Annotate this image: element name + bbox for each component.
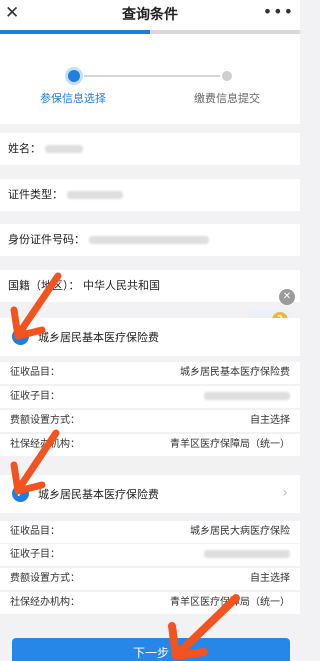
insurance-1-sub-row: 征收子目： bbox=[0, 386, 300, 408]
annotation-arrow-1 bbox=[10, 272, 62, 340]
item-value: 城乡居民基本医疗保险费 bbox=[180, 367, 290, 378]
annotation-arrow-3 bbox=[168, 594, 240, 660]
nav-bar: ✕ 查询条件 ••• bbox=[0, 0, 300, 30]
step-connector bbox=[84, 75, 220, 77]
id-type-value-redacted bbox=[66, 191, 123, 199]
agency-label: 社保经办机构： bbox=[10, 597, 80, 608]
more-icon[interactable]: ••• bbox=[263, 2, 294, 21]
item-value: 城乡居民大病医疗保险 bbox=[190, 526, 290, 537]
insurance-2-sub-row: 征收子目： bbox=[0, 544, 300, 566]
id-type-row: 证件类型： bbox=[0, 179, 300, 211]
insurance-2-fee-row: 费额设置方式： 自主选择 bbox=[0, 568, 300, 590]
help-close-button[interactable]: ✕ bbox=[279, 289, 295, 305]
insurance-2-item-row: 征收品目： 城乡居民大病医疗保险 bbox=[0, 521, 300, 543]
item-label: 征收品目： bbox=[10, 526, 60, 537]
id-number-row: 身份证件号码： bbox=[0, 224, 300, 256]
name-row: 姓名： bbox=[0, 133, 300, 165]
id-type-label: 证件类型： bbox=[8, 188, 63, 201]
item-label: 征收品目： bbox=[10, 367, 60, 378]
step-2-label: 缴费信息提交 bbox=[194, 92, 260, 105]
step-2-indicator bbox=[222, 71, 232, 81]
name-label: 姓名： bbox=[8, 142, 41, 155]
next-button[interactable]: 下一步 bbox=[12, 638, 290, 661]
nationality-value: 中华人民共和国 bbox=[83, 279, 160, 292]
annotation-arrow-2 bbox=[10, 429, 60, 495]
sub-label: 征收子目： bbox=[10, 549, 60, 560]
id-number-value-redacted bbox=[88, 236, 209, 244]
insurance-1-item-row: 征收品目： 城乡居民基本医疗保险费 bbox=[0, 362, 300, 384]
step-1-indicator bbox=[68, 70, 80, 82]
fee-value: 自主选择 bbox=[250, 415, 290, 426]
insurance-2-agency-row: 社保经办机构： 青羊区医疗保障局（统一） bbox=[0, 592, 300, 614]
page-title: 查询条件 bbox=[122, 7, 178, 23]
sub-value-redacted bbox=[204, 386, 290, 408]
sub-label: 征收子目： bbox=[10, 391, 60, 402]
step-1-label: 参保信息选择 bbox=[40, 92, 106, 105]
fee-label: 费额设置方式： bbox=[10, 573, 80, 584]
agency-value: 青羊区医疗保障局（统一） bbox=[170, 439, 290, 450]
chevron-right-icon: › bbox=[282, 485, 288, 501]
steps-card: 参保信息选择 缴费信息提交 bbox=[0, 34, 300, 124]
id-number-label: 身份证件号码： bbox=[8, 233, 85, 246]
name-value-redacted bbox=[44, 145, 83, 153]
fee-value: 自主选择 bbox=[250, 573, 290, 584]
sub-value-redacted bbox=[204, 544, 290, 566]
